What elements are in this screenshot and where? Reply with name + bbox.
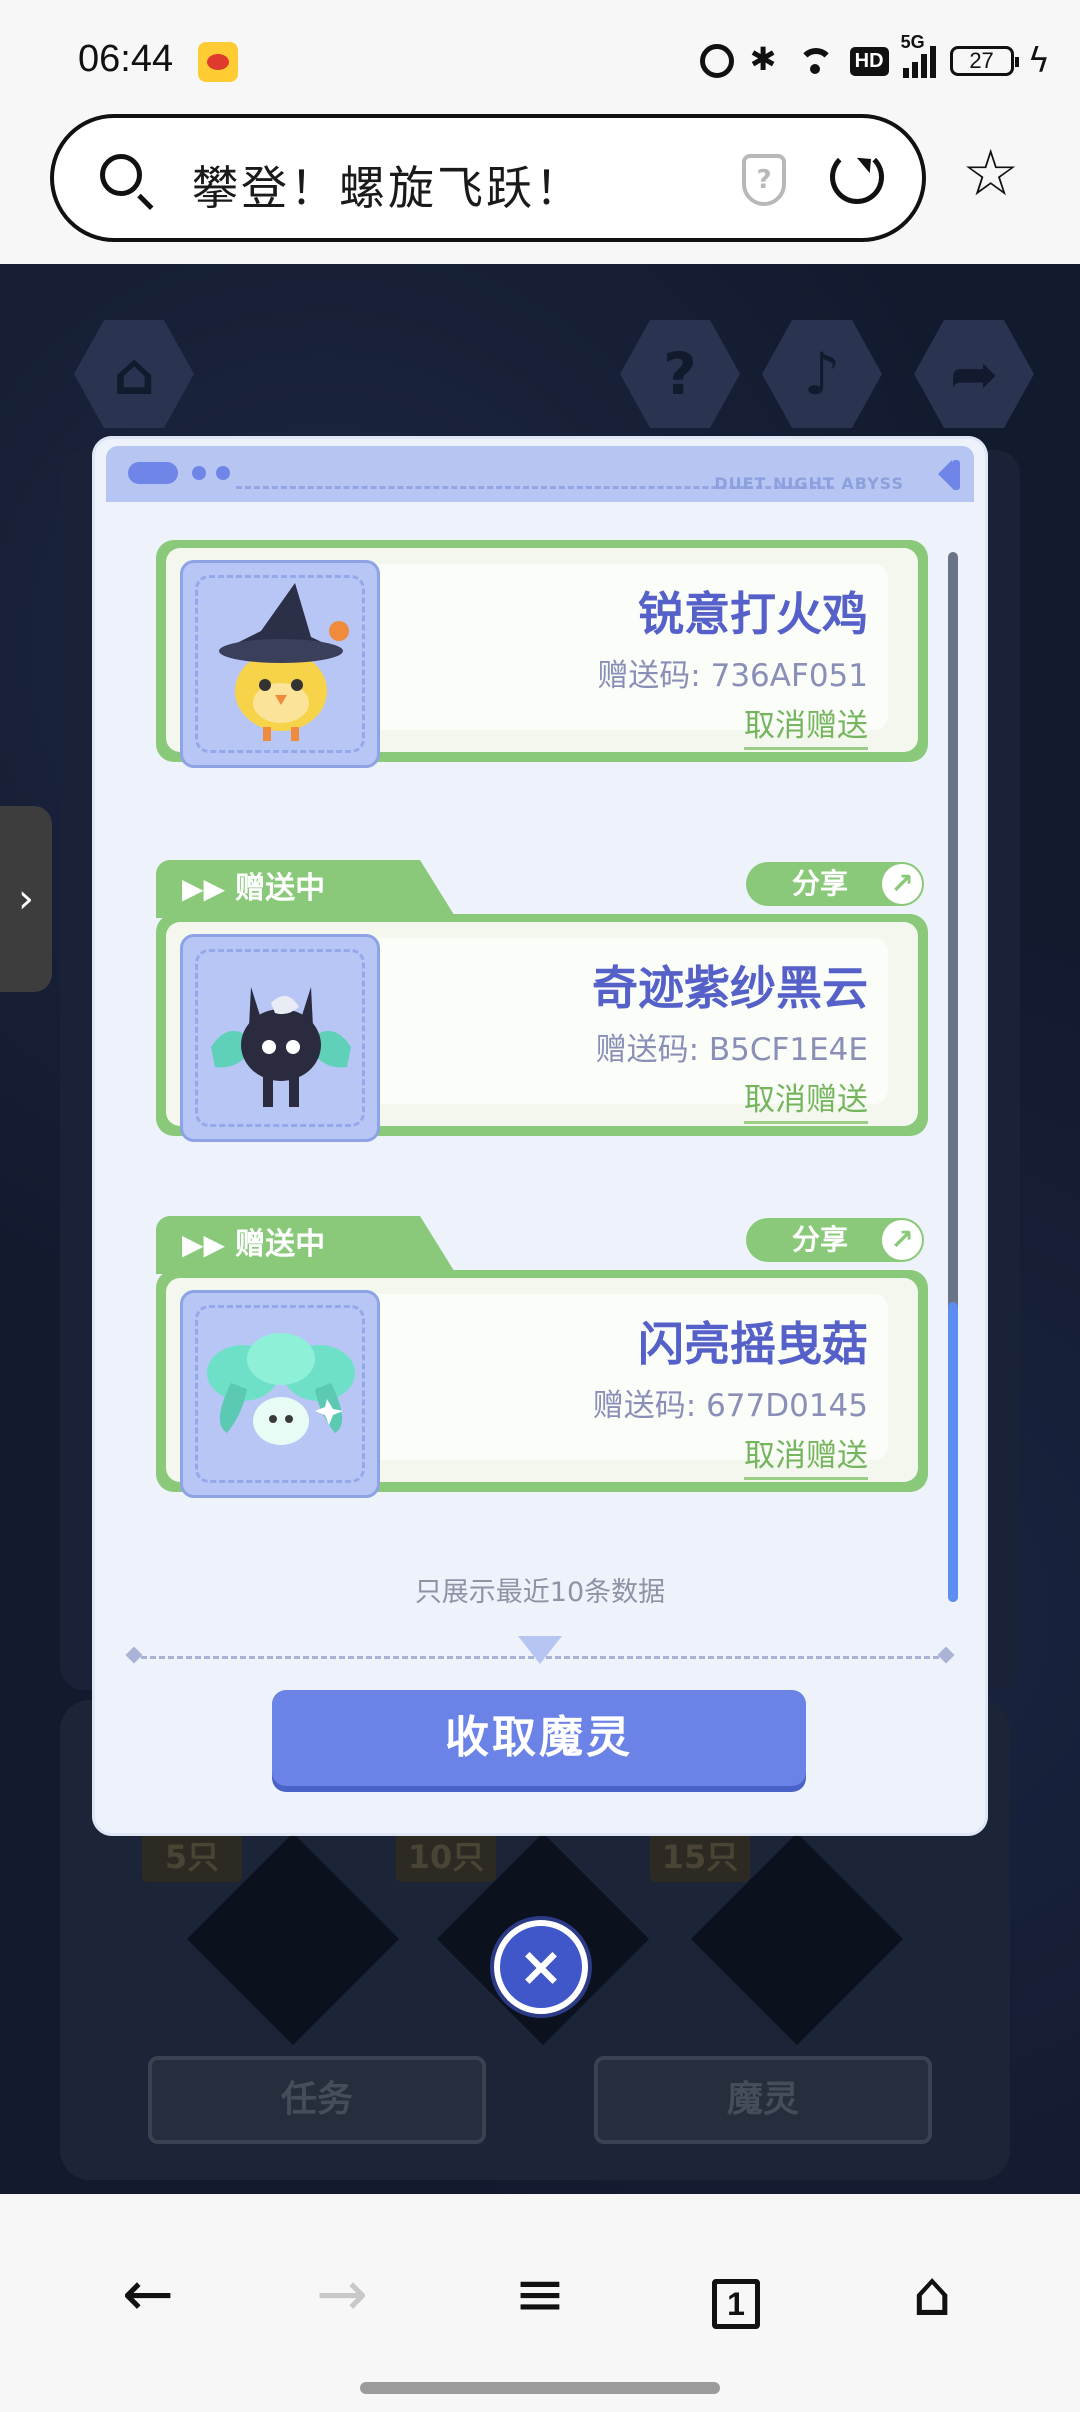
home-hex-icon: ⌂ [74, 320, 194, 428]
milestone-badge: 5只 [142, 1832, 242, 1882]
gift-code: 赠送码: 736AF051 [597, 658, 868, 694]
header-brand: DUET NIGHT ABYSS [714, 474, 904, 493]
share-label: 分享 [792, 1223, 849, 1256]
fast-forward-icon: ▶▶ [182, 1228, 226, 1261]
home-indicator [360, 2382, 720, 2394]
close-modal-button[interactable]: × [494, 1920, 588, 2014]
address-query[interactable]: 攀登！螺旋飞跃！ [192, 152, 584, 218]
gift-code: 赠送码: 677D0145 [592, 1388, 868, 1424]
gifting-status-label: 赠送中 [235, 1227, 326, 1262]
security-shield-icon[interactable]: ? [742, 154, 786, 206]
signal-5g-label: 5G [900, 32, 925, 52]
browser-bottom-nav: ← → ≡ 1 ⌂ [0, 2194, 1080, 2412]
card-body: 闪亮摇曳菇 赠送码: 677D0145 取消赠送 [156, 1270, 928, 1498]
spirit-tab: 魔灵 [594, 2056, 932, 2144]
share-arrow-icon: ↗ [882, 864, 922, 904]
alarm-icon [699, 44, 734, 78]
address-bar[interactable]: 攀登！螺旋飞跃！ ? [50, 114, 926, 242]
spirit-name: 闪亮摇曳菇 [638, 1317, 868, 1371]
gifting-status-tab: ▶▶ 赠送中 [156, 1216, 456, 1274]
collect-spirit-button[interactable]: 收取魔灵 [272, 1690, 806, 1786]
card-body: 奇迹紫纱黑云 赠送码: B5CF1E4E 取消赠送 [156, 914, 928, 1142]
wifi-icon [796, 44, 836, 78]
spirit-thumbnail [180, 1290, 380, 1498]
scrollbar-thumb[interactable] [948, 1302, 958, 1602]
gifting-status-label: 赠送中 [235, 871, 326, 906]
side-drawer-handle[interactable]: › [0, 806, 52, 992]
tabs-icon: 1 [712, 2279, 760, 2329]
cancel-gift-link[interactable]: 取消赠送 [744, 1430, 868, 1480]
gift-card: 锐意打火鸡 赠送码: 736AF051 取消赠送 [156, 540, 928, 768]
status-icons: HD 5G 27 ϟ [699, 32, 1050, 84]
gift-card: ▶▶ 赠送中 分享 ↗ 闪亮摇曳菇 赠送码: 677D0145 取消赠送 [156, 1216, 928, 1498]
card-body: 锐意打火鸡 赠送码: 736AF051 取消赠送 [156, 540, 928, 768]
gift-modal: DUET NIGHT ABYSS 锐意打火鸡 赠送码: 736AF051 取消赠… [92, 436, 988, 1836]
gift-card: ▶▶ 赠送中 分享 ↗ 奇迹紫纱黑云 赠送码: B5CF1E4E 取消赠送 [156, 860, 928, 1142]
music-off-hex-icon: ♪ [762, 320, 882, 428]
back-arrow-icon[interactable]: ← [108, 2254, 188, 2334]
status-time: 06:44 [78, 38, 174, 80]
menu-icon[interactable]: ≡ [500, 2254, 580, 2334]
share-button[interactable]: 分享 ↗ [746, 1218, 924, 1262]
milestone-badge: 10只 [396, 1832, 496, 1882]
spirit-thumbnail [180, 560, 380, 768]
modal-header: DUET NIGHT ABYSS [106, 446, 974, 502]
bluetooth-icon [748, 40, 782, 78]
share-hex-icon: ➦ [914, 320, 1034, 428]
cancel-gift-link[interactable]: 取消赠送 [744, 700, 868, 750]
reload-icon[interactable] [830, 150, 884, 204]
forward-arrow-icon[interactable]: → [302, 2254, 382, 2334]
tabs-button[interactable]: 1 [696, 2254, 776, 2334]
collapse-arrow-icon [924, 460, 952, 488]
bookmark-star-icon[interactable]: ☆ [962, 142, 1019, 206]
hd-badge: HD [849, 46, 889, 76]
milestone-badge: 15只 [650, 1832, 750, 1882]
gifting-status-tab: ▶▶ 赠送中 [156, 860, 456, 918]
share-arrow-icon: ↗ [882, 1220, 922, 1260]
spirit-thumbnail [180, 934, 380, 1142]
weibo-icon [198, 42, 238, 82]
charging-bolt-icon: ϟ [1027, 41, 1050, 81]
share-label: 分享 [792, 867, 849, 900]
home-icon[interactable]: ⌂ [892, 2254, 972, 2334]
signal-icon: 5G [901, 32, 936, 78]
gift-code: 赠送码: B5CF1E4E [595, 1032, 868, 1068]
battery-icon: 27 [949, 46, 1019, 76]
spirit-name: 锐意打火鸡 [638, 587, 868, 641]
chevron-down-icon [518, 1636, 562, 1664]
help-hex-icon: ? [620, 320, 740, 428]
footer-note: 只展示最近10条数据 [414, 1577, 666, 1608]
search-icon [100, 154, 142, 196]
status-bar: 06:44 HD 5G 27 ϟ [0, 0, 1080, 120]
cancel-gift-link[interactable]: 取消赠送 [744, 1074, 868, 1124]
fast-forward-icon: ▶▶ [182, 872, 226, 905]
spirit-name: 奇迹紫纱黑云 [592, 961, 868, 1015]
task-tab: 任务 [148, 2056, 486, 2144]
share-button[interactable]: 分享 ↗ [746, 862, 924, 906]
